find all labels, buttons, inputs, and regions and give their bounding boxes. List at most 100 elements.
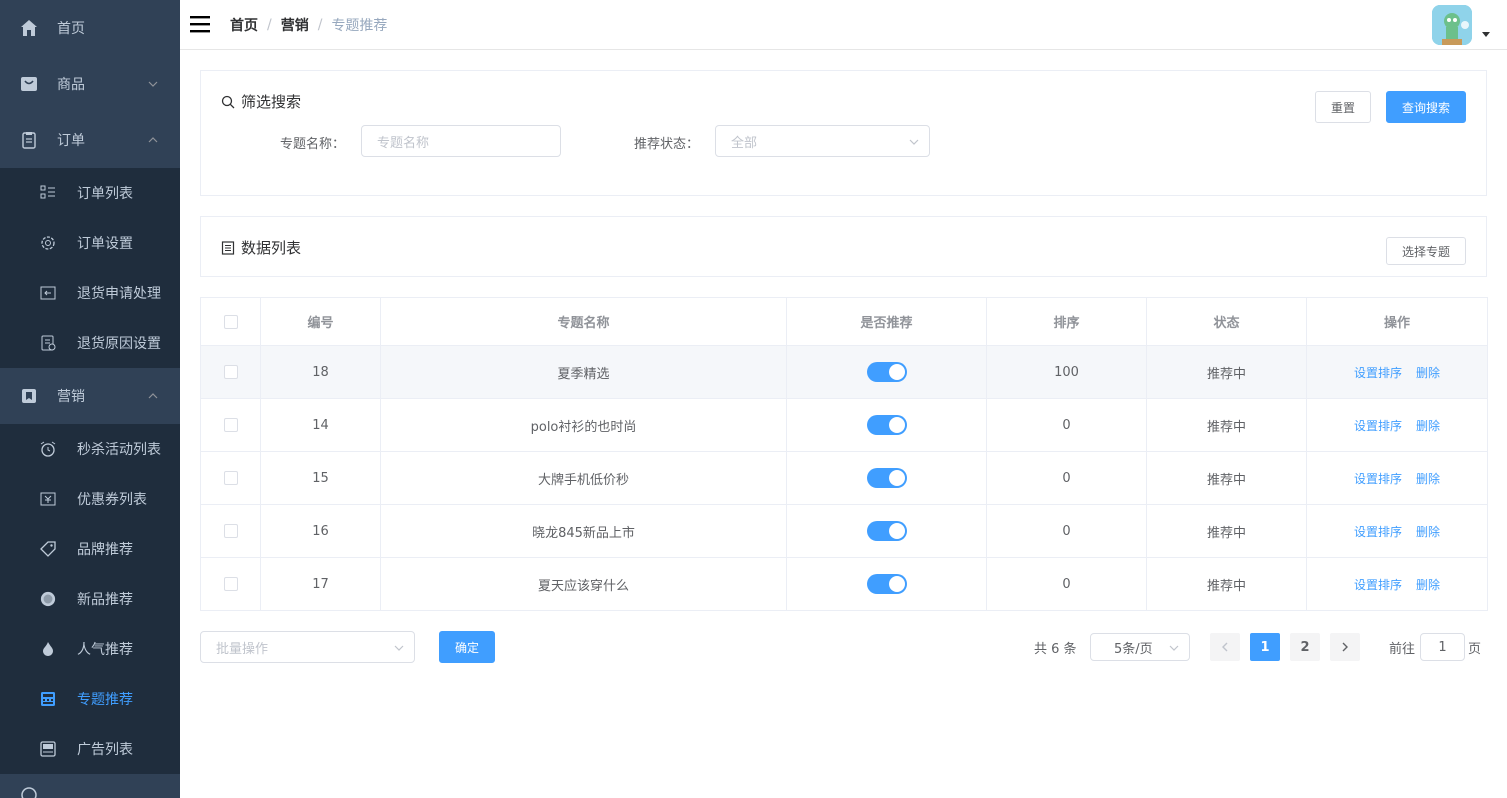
- chevron-left-icon: [1222, 642, 1228, 652]
- topic-name-label: 专题名称：: [280, 137, 346, 152]
- sidebar-item-label: 优惠券列表: [77, 492, 147, 508]
- row-checkbox[interactable]: [223, 418, 238, 432]
- sidebar-item-order-list[interactable]: 订单列表: [0, 168, 180, 218]
- cell-sort: 0: [986, 451, 1147, 505]
- caret-down-icon[interactable]: [1482, 32, 1490, 37]
- list-icon: [40, 185, 56, 201]
- cell-topic-name: 夏天应该穿什么: [380, 557, 787, 611]
- hamburger-icon[interactable]: [190, 14, 210, 34]
- select-all-cell[interactable]: [200, 297, 261, 346]
- sidebar-item-return-apply[interactable]: 退货申请处理: [0, 268, 180, 318]
- sidebar-item-advertise[interactable]: 广告列表: [0, 724, 180, 774]
- reset-button[interactable]: 重置: [1315, 91, 1371, 123]
- cell-topic-name: 大牌手机低价秒: [380, 451, 787, 505]
- calculator-icon: [40, 691, 56, 707]
- set-sort-link[interactable]: 设置排序: [1354, 366, 1402, 380]
- topic-table: 编号 专题名称 是否推荐 排序 状态 操作 18 夏季精选 100 推荐中 设置…: [200, 297, 1488, 611]
- shield-icon: [20, 786, 38, 798]
- search-button[interactable]: 查询搜索: [1386, 91, 1466, 123]
- ad-icon: [40, 741, 56, 757]
- delete-link[interactable]: 删除: [1416, 578, 1440, 592]
- sidebar-item-topic-recommend[interactable]: 专题推荐: [0, 674, 180, 724]
- next-page-button[interactable]: [1330, 633, 1360, 661]
- row-checkbox[interactable]: [223, 577, 238, 591]
- page-size-select[interactable]: 5条/页: [1090, 633, 1190, 661]
- select-all-checkbox[interactable]: [223, 314, 238, 329]
- set-sort-link[interactable]: 设置排序: [1354, 472, 1402, 486]
- chevron-right-icon: [1342, 642, 1348, 652]
- breadcrumb-home[interactable]: 首页: [230, 15, 258, 35]
- sidebar-item-home[interactable]: 首页: [0, 0, 180, 56]
- goto-page-value: 1: [1438, 639, 1447, 655]
- gear-icon: [40, 235, 56, 251]
- sidebar-item-label: 订单: [57, 133, 85, 149]
- sidebar-item-popular[interactable]: 人气推荐: [0, 624, 180, 674]
- cell-sort: 0: [986, 398, 1147, 452]
- set-sort-link[interactable]: 设置排序: [1354, 578, 1402, 592]
- goto-page-input[interactable]: 1: [1420, 633, 1465, 661]
- row-checkbox[interactable]: [223, 471, 238, 485]
- sidebar-item-order-settings[interactable]: 订单设置: [0, 218, 180, 268]
- table-row: 17 夏天应该穿什么 0 推荐中 设置排序 删除: [200, 557, 1488, 611]
- sidebar-item-label: 退货原因设置: [77, 336, 161, 352]
- sidebar-item-marketing[interactable]: 营销: [0, 368, 180, 424]
- sidebar-item-return-reason[interactable]: 退货原因设置: [0, 318, 180, 368]
- flame-icon: [40, 641, 56, 657]
- sidebar-item-flash-sale[interactable]: 秒杀活动列表: [0, 424, 180, 474]
- cell-status: 推荐中: [1146, 345, 1307, 399]
- shopping-bag-icon: [20, 75, 38, 93]
- sidebar-item-label: 退货申请处理: [77, 286, 161, 302]
- delete-link[interactable]: 删除: [1416, 366, 1440, 380]
- tag-icon: [40, 541, 56, 557]
- batch-operation-placeholder: 批量操作: [216, 641, 269, 657]
- sidebar-item-product[interactable]: 商品: [0, 56, 180, 112]
- set-sort-link[interactable]: 设置排序: [1354, 525, 1402, 539]
- page-button-2[interactable]: 2: [1290, 633, 1320, 661]
- delete-link[interactable]: 删除: [1416, 419, 1440, 433]
- recommend-switch[interactable]: [866, 574, 907, 594]
- list-card: 数据列表 选择专题: [200, 216, 1487, 277]
- select-topic-button[interactable]: 选择专题: [1386, 237, 1466, 265]
- sidebar-item-partial[interactable]: [0, 774, 180, 798]
- cell-status: 推荐中: [1146, 504, 1307, 558]
- column-header: 排序: [986, 297, 1147, 346]
- prev-page-button[interactable]: [1210, 633, 1240, 661]
- delete-link[interactable]: 删除: [1416, 472, 1440, 486]
- submenu-marketing: 秒杀活动列表 优惠券列表 品牌推荐 新品推荐 人气推荐 专题推荐 广告列表: [0, 424, 180, 774]
- sidebar-item-label: 人气推荐: [77, 642, 133, 658]
- breadcrumb-separator: /: [317, 17, 323, 33]
- row-checkbox[interactable]: [223, 524, 238, 538]
- cell-topic-name: polo衬衫的也时尚: [380, 398, 787, 452]
- recommend-switch[interactable]: [866, 521, 907, 541]
- cell-status: 推荐中: [1146, 398, 1307, 452]
- cell-sort: 100: [986, 345, 1147, 399]
- cell-topic-name: 晓龙845新品上市: [380, 504, 787, 558]
- avatar[interactable]: [1432, 5, 1472, 45]
- chevron-up-icon: [148, 393, 158, 399]
- document-icon: [40, 335, 56, 351]
- bookmark-icon: [20, 387, 38, 405]
- recommend-switch[interactable]: [866, 468, 907, 488]
- column-header: 专题名称: [380, 297, 787, 346]
- recommend-status-select[interactable]: 全部: [715, 125, 930, 157]
- breadcrumb-marketing[interactable]: 营销: [281, 15, 309, 35]
- batch-confirm-button[interactable]: 确定: [439, 631, 495, 663]
- sidebar-item-label: 专题推荐: [77, 692, 133, 708]
- page-button-1[interactable]: 1: [1250, 633, 1280, 661]
- list-document-icon: [221, 240, 235, 255]
- delete-link[interactable]: 删除: [1416, 525, 1440, 539]
- chevron-down-icon: [394, 645, 404, 651]
- row-checkbox[interactable]: [223, 365, 238, 379]
- sidebar-item-label: 广告列表: [77, 742, 133, 758]
- sidebar-item-new-product[interactable]: 新品推荐: [0, 574, 180, 624]
- recommend-switch[interactable]: [866, 415, 907, 435]
- column-header: 编号: [260, 297, 381, 346]
- batch-operation-select[interactable]: 批量操作: [200, 631, 415, 663]
- filter-title: 筛选搜索: [221, 91, 301, 112]
- recommend-switch[interactable]: [866, 362, 907, 382]
- sidebar-item-coupon[interactable]: 优惠券列表: [0, 474, 180, 524]
- sidebar-item-brand[interactable]: 品牌推荐: [0, 524, 180, 574]
- sidebar-item-order[interactable]: 订单: [0, 112, 180, 168]
- topic-name-input[interactable]: 专题名称: [361, 125, 561, 157]
- set-sort-link[interactable]: 设置排序: [1354, 419, 1402, 433]
